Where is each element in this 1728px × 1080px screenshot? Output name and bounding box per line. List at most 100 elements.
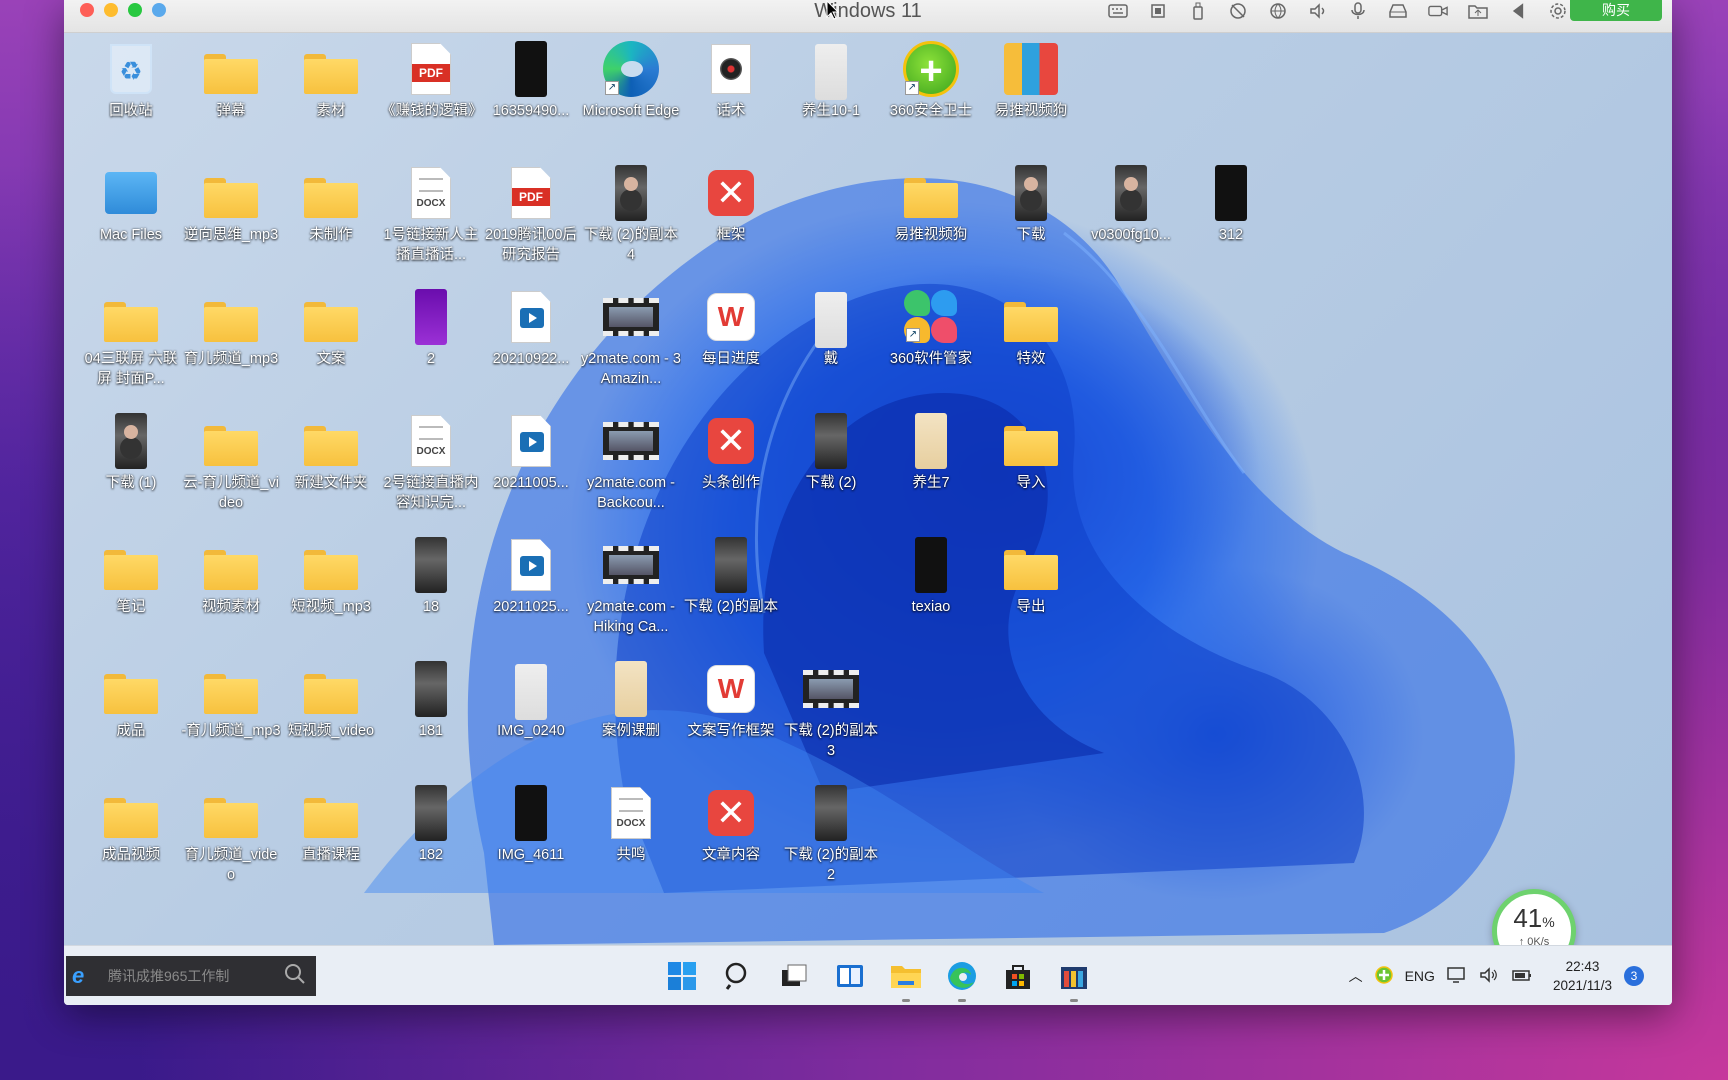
task-view-icon[interactable]	[774, 956, 814, 996]
usb-icon[interactable]	[1186, 1, 1210, 21]
store-icon[interactable]	[998, 956, 1038, 996]
desktop-icon-toutiao[interactable]: ✕ 头条创作	[681, 411, 781, 493]
desktop-icon-meirijindu[interactable]: W 每日进度	[681, 287, 781, 369]
cpu-icon[interactable]	[1146, 1, 1170, 21]
desktop-icon-xiazai-fuben4[interactable]: 下载 (2)的副本4	[581, 163, 681, 265]
battery-icon[interactable]	[1511, 966, 1533, 987]
desktop-icon-folder-sucai[interactable]: 素材	[281, 39, 381, 121]
clock[interactable]: 22:43 2021/11/3	[1553, 957, 1612, 995]
desktop-icon-folder-yun[interactable]: 云-育儿频道_video	[181, 411, 281, 513]
chevron-up-icon[interactable]: ︿	[1349, 966, 1363, 986]
desktop-icon-folder-weizhizuo[interactable]: 未制作	[281, 163, 381, 245]
desktop-icon-xiazai2[interactable]: 下载 (2)	[781, 411, 881, 493]
desktop-icon-folder-daoru[interactable]: 导入	[981, 411, 1081, 493]
desktop-icon-360mgr[interactable]: ↗ 360软件管家	[881, 287, 981, 369]
settings-gear-icon[interactable]	[1546, 1, 1570, 21]
file-explorer-icon[interactable]	[886, 956, 926, 1002]
speaker-icon[interactable]	[1306, 1, 1330, 21]
keyboard-icon[interactable]	[1106, 1, 1130, 21]
shared-folder-icon[interactable]	[1466, 1, 1490, 21]
desktop-icon-folder-duan-video[interactable]: 短视频_video	[281, 659, 381, 741]
desktop-icon-anli[interactable]: 案例课删	[581, 659, 681, 741]
desktop-icon-wenzhang[interactable]: ✕ 文章内容	[681, 783, 781, 865]
desktop-icon-recycle[interactable]: 回收站	[81, 39, 181, 121]
desktop-icon-y2mate-hiking[interactable]: y2mate.com - Hiking Ca...	[581, 535, 681, 637]
display-icon[interactable]	[1447, 966, 1467, 987]
desktop-icon-folder-yuer-video[interactable]: 育儿频道_video	[181, 783, 281, 885]
ie-search-box[interactable]: e 腾讯成推965工作制	[66, 956, 316, 996]
desktop-icon-yangsheng101[interactable]: 养生10-1	[781, 39, 881, 121]
desktop-icon-y2mate-back[interactable]: y2mate.com - Backcou...	[581, 411, 681, 513]
desktop-icon-folder-daochu[interactable]: 导出	[981, 535, 1081, 617]
desktop-icon-phone-1635[interactable]: 16359490...	[481, 39, 581, 121]
desktop-icon-folder-04[interactable]: 04三联屏 六联屏 封面P...	[81, 287, 181, 389]
desktop-icon-folder-zhibo[interactable]: 直播课程	[281, 783, 381, 865]
widgets-icon[interactable]	[830, 956, 870, 996]
edge-icon[interactable]	[942, 956, 982, 1002]
desktop-icon-yangsheng7[interactable]: 养生7	[881, 411, 981, 493]
taskbar-search-icon[interactable]	[718, 956, 758, 996]
desktop-icon-pdf-zhuanqian[interactable]: PDF 《赚钱的逻辑》	[381, 39, 481, 121]
desktop-icon-folder-shipinsucai[interactable]: 视频素材	[181, 535, 281, 617]
desktop-icon-folder-duan-mp3[interactable]: 短视频_mp3	[281, 535, 381, 617]
desktop-icon-folder-texiao[interactable]: 特效	[981, 287, 1081, 369]
start-icon[interactable]	[662, 956, 702, 996]
desktop[interactable]: 回收站 弹幕 素材 PDF 《赚钱的逻辑》 16359490... ↗ Microsoft E…	[64, 33, 1672, 945]
desktop-icon-folder-yuer-mp3b[interactable]: -育儿频道_mp3	[181, 659, 281, 741]
desktop-icon-v20211025[interactable]: 20211025...	[481, 535, 581, 617]
desktop-icon-folder-chengpinshipin[interactable]: 成品视频	[81, 783, 181, 865]
search-icon[interactable]	[284, 963, 310, 989]
desktop-icon-folder-yuer-mp3[interactable]: 育儿频道_mp3	[181, 287, 281, 369]
desktop-icon-xiazai1[interactable]: 下载 (1)	[81, 411, 181, 493]
desktop-icon-xiazai[interactable]: 下载	[981, 163, 1081, 245]
desktop-icon-label: 云-育儿频道_video	[183, 475, 279, 511]
vm-window: Windows 11 购买 回收站弹幕素材PDF《赚钱的逻辑》16359490	[64, 0, 1672, 1005]
desktop-icon-folder-yitui[interactable]: 易推视频狗	[881, 163, 981, 245]
desktop-icon-y2mate-3[interactable]: y2mate.com - 3 Amazin...	[581, 287, 681, 389]
desktop-icon-kuangjia[interactable]: ✕ 框架	[681, 163, 781, 245]
desktop-icon-v18[interactable]: 18	[381, 535, 481, 617]
desktop-icon-folder-chengpin[interactable]: 成品	[81, 659, 181, 741]
desktop-icon-v181[interactable]: 181	[381, 659, 481, 741]
buy-button[interactable]: 购买	[1570, 0, 1662, 21]
desktop-icon-360safe[interactable]: + ↗ 360安全卫士	[881, 39, 981, 121]
volume-icon[interactable]	[1479, 966, 1499, 987]
desktop-icon-v2[interactable]: 2	[381, 287, 481, 369]
desktop-icon-v20211005[interactable]: 20211005...	[481, 411, 581, 493]
desktop-icon-docx-2hao[interactable]: DOCX 2号链接直播内容知识完...	[381, 411, 481, 513]
desktop-icon-folder-xinjian[interactable]: 新建文件夹	[281, 411, 381, 493]
camera-off-icon[interactable]	[1226, 1, 1250, 21]
notification-badge[interactable]: 3	[1624, 966, 1644, 986]
desktop-icon-huashu[interactable]: 话术	[681, 39, 781, 121]
desktop-icon-folder-danmu[interactable]: 弹幕	[181, 39, 281, 121]
disk-icon[interactable]	[1386, 1, 1410, 21]
language-indicator[interactable]: ENG	[1405, 968, 1435, 984]
desktop-icon-xiazai-fuben2[interactable]: 下载 (2)的副本2	[781, 783, 881, 885]
desktop-icon-v0300[interactable]: v0300fg10...	[1081, 163, 1181, 245]
desktop-icon-v20210922[interactable]: 20210922...	[481, 287, 581, 369]
vm-app-icon[interactable]	[1054, 956, 1094, 1002]
desktop-icon-pdf-2019[interactable]: PDF 2019腾讯00后研究报告	[481, 163, 581, 265]
desktop-icon-img4611[interactable]: IMG_4611	[481, 783, 581, 865]
video-camera-icon[interactable]	[1426, 1, 1450, 21]
desktop-icon-xiazai-fuben3[interactable]: 下载 (2)的副本3	[781, 659, 881, 761]
back-arrow-icon[interactable]	[1506, 1, 1530, 21]
desktop-icon-edge[interactable]: ↗ Microsoft Edge	[581, 39, 681, 121]
desktop-icon-folder-nixiang[interactable]: 逆向思维_mp3	[181, 163, 281, 245]
desktop-icon-gongming[interactable]: DOCX 共鸣	[581, 783, 681, 865]
desktop-icon-img0240[interactable]: IMG_0240	[481, 659, 581, 741]
desktop-icon-docx-1hao[interactable]: DOCX 1号链接新人主播直播话...	[381, 163, 481, 265]
desktop-icon-texiao-file[interactable]: texiao	[881, 535, 981, 617]
network-icon[interactable]	[1266, 1, 1290, 21]
desktop-icon-mac-files[interactable]: Mac Files	[81, 163, 181, 245]
desktop-icon-folder-biji[interactable]: 笔记	[81, 535, 181, 617]
desktop-icon-yituishipin[interactable]: 易推视频狗	[981, 39, 1081, 121]
desktop-icon-folder-wenan[interactable]: 文案	[281, 287, 381, 369]
desktop-icon-ta[interactable]: 戴	[781, 287, 881, 369]
desktop-icon-wenan-kuangjia[interactable]: W 文案写作框架	[681, 659, 781, 741]
desktop-icon-v182[interactable]: 182	[381, 783, 481, 865]
360-tray-icon[interactable]	[1374, 965, 1393, 987]
desktop-icon-xiazai-fuben[interactable]: 下载 (2)的副本	[681, 535, 781, 617]
desktop-icon-v312[interactable]: 312	[1181, 163, 1281, 245]
microphone-icon[interactable]	[1346, 1, 1370, 21]
